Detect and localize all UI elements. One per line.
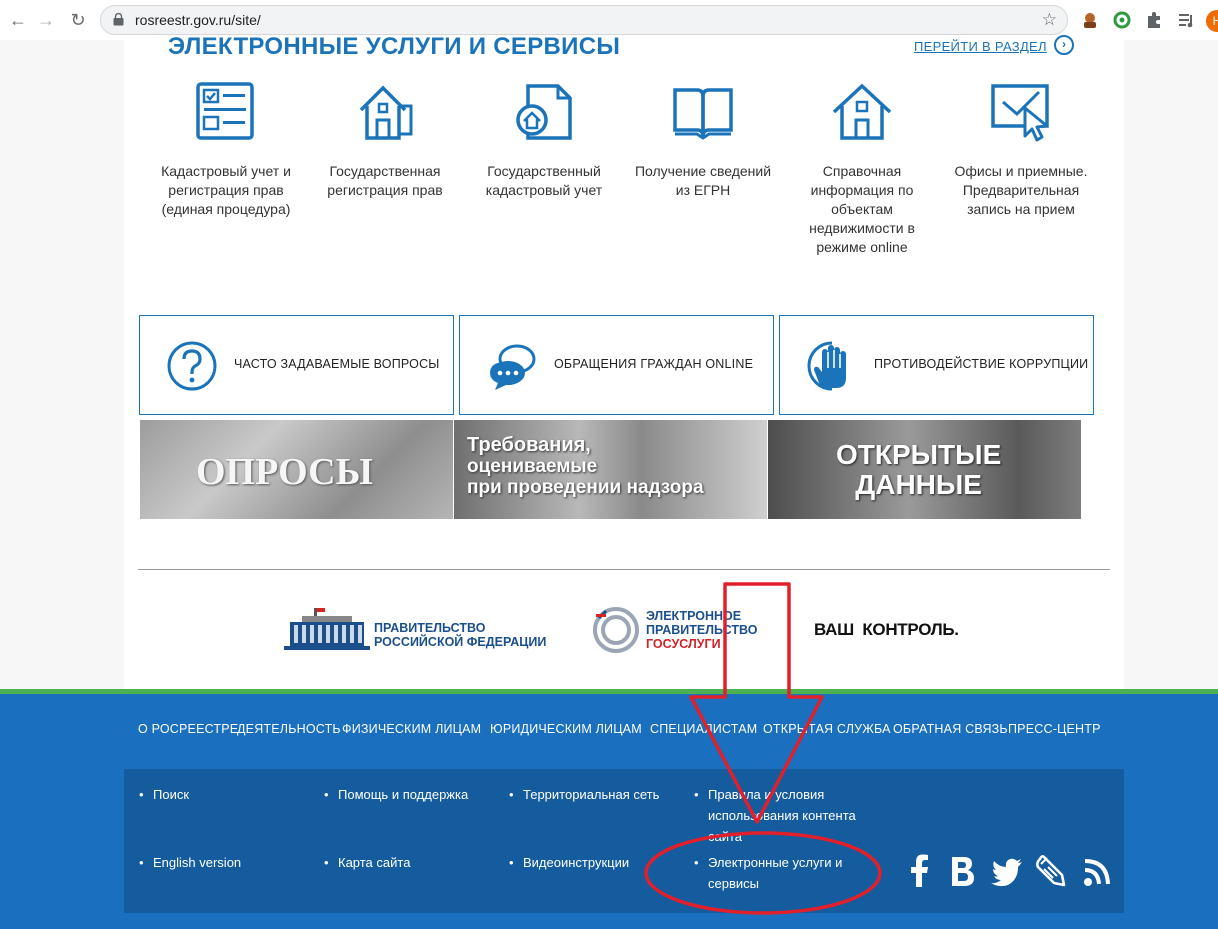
tile-anti-corruption[interactable]: ПРОТИВОДЕЙСТВИЕ КОРРУПЦИИ [779, 315, 1094, 415]
government-logo-text: ПРАВИТЕЛЬСТВО РОССИЙСКОЙ ФЕДЕРАЦИИ [374, 621, 546, 649]
footer-menu-open-service[interactable]: ОТКРЫТАЯ СЛУЖБА [763, 722, 891, 736]
service-state-registration[interactable]: Государственная регистрация прав [308, 80, 462, 200]
footer-menu-specialists[interactable]: СПЕЦИАЛИСТАМ [650, 722, 757, 736]
url-text: rosreestr.gov.ru/site/ [135, 12, 261, 28]
footer-menu-press-center[interactable]: ПРЕСС-ЦЕНТР [1008, 722, 1101, 736]
logo-line: ПРАВИТЕЛЬСТВО [374, 621, 486, 635]
footer-link-help[interactable]: Помощь и поддержка [324, 784, 468, 805]
address-bar[interactable]: rosreestr.gov.ru/site/ ☆ [100, 5, 1068, 35]
logo-word: КОНТРОЛЬ. [862, 620, 959, 639]
government-building-logo [284, 608, 370, 650]
tile-label: ПРОТИВОДЕЙСТВИЕ КОРРУПЦИИ [874, 357, 1089, 371]
section-title: ЭЛЕКТРОННЫЕ УСЛУГИ И СЕРВИСЫ [168, 33, 621, 60]
banner-title: ОТКРЫТЫЕ ДАННЫЕ [836, 440, 1001, 500]
back-icon[interactable]: ← [6, 8, 30, 32]
page-right-margin [1124, 40, 1218, 692]
stop-hand-icon [807, 341, 846, 391]
banner-line: при проведении надзора [467, 477, 704, 498]
chat-bubbles-icon [490, 344, 536, 390]
footer-link-search[interactable]: Поиск [139, 784, 189, 805]
footer-link-content-rules[interactable]: Правила и условия использования контента… [694, 784, 868, 847]
service-label: Получение сведений из ЕГРН [634, 163, 772, 198]
service-cadastral-registration[interactable]: Кадастровый учет и регистрация прав (еди… [149, 80, 303, 219]
footer-menu-individuals[interactable]: ФИЗИЧЕСКИМ ЛИЦАМ [342, 722, 481, 736]
banner-line: оцениваемые [467, 456, 598, 477]
reload-icon[interactable]: ↻ [66, 8, 90, 32]
service-reference-info[interactable]: Справочная информация по объектам недвиж… [785, 80, 939, 257]
service-cadastral-accounting[interactable]: Государственный кадастровый учет [467, 80, 621, 200]
service-egrn-info[interactable]: Получение сведений из ЕГРН [626, 80, 780, 200]
banner-title: ОПРОСЫ [196, 451, 373, 493]
open-book-icon [673, 88, 733, 140]
footer-menu-feedback[interactable]: ОБРАТНАЯ СВЯЗЬ [893, 722, 1008, 736]
twitter-icon[interactable] [990, 853, 1024, 889]
facebook-icon[interactable] [904, 853, 936, 889]
logo-line: ГОСУСЛУГИ [646, 637, 721, 651]
footer-menu-legal-entities[interactable]: ЮРИДИЧЕСКИМ ЛИЦАМ [490, 722, 642, 736]
service-label: Государственный кадастровый учет [485, 163, 603, 198]
question-icon [167, 341, 217, 391]
media-control-icon[interactable] [1176, 10, 1196, 30]
banner-line: ОТКРЫТЫЕ [836, 439, 1002, 470]
footer-link-e-services[interactable]: Электронные услуги и сервисы [694, 852, 858, 894]
footer-menu-about[interactable]: О РОСРЕЕСТРЕ [138, 722, 238, 736]
extensions-puzzle-icon[interactable] [1144, 10, 1164, 30]
go-to-section-link[interactable]: ПЕРЕЙТИ В РАЗДЕЛ [914, 39, 1047, 54]
footer-link-video-instructions[interactable]: Видеоинструкции [509, 852, 629, 873]
service-offices-appointment[interactable]: Офисы и приемные. Предварительная запись… [944, 80, 1098, 219]
surveys-banner[interactable]: ОПРОСЫ [140, 420, 453, 519]
service-label: Кадастровый учет и регистрация прав (еди… [161, 163, 291, 217]
bookmark-star-icon[interactable]: ☆ [1042, 10, 1057, 30]
cadastre-folder-icon [516, 84, 572, 140]
tile-citizen-appeals[interactable]: ОБРАЩЕНИЯ ГРАЖДАН ONLINE [459, 315, 774, 415]
supervision-requirements-banner[interactable]: Требования, оцениваемые при проведении н… [454, 420, 767, 519]
extension-avatar-icon[interactable] [1080, 10, 1100, 30]
lock-icon [113, 13, 124, 26]
profile-avatar[interactable]: Н [1206, 10, 1218, 32]
footer-link-territorial-network[interactable]: Территориальная сеть [509, 784, 659, 805]
egov-logo-text: ЭЛЕКТРОННОЕ ПРАВИТЕЛЬСТВО ГОСУСЛУГИ [646, 609, 757, 651]
divider [138, 569, 1110, 570]
monitor-cursor-icon [991, 84, 1049, 142]
house-icon [832, 83, 892, 140]
blog-pencil-icon[interactable] [1036, 853, 1068, 889]
logo-line: ЭЛЕКТРОННОЕ [646, 609, 742, 623]
tile-faq[interactable]: ЧАСТО ЗАДАВАЕМЫЕ ВОПРОСЫ [139, 315, 454, 415]
service-label: Офисы и приемные. Предварительная запись… [954, 163, 1088, 217]
footer-menu-activity[interactable]: ДЕЯТЕЛЬНОСТЬ [237, 722, 341, 736]
registration-houses-icon [359, 85, 413, 140]
your-control-logo[interactable]: ВАШ КОНТРОЛЬ. [814, 620, 959, 640]
chevron-right-icon[interactable]: › [1054, 35, 1074, 55]
extension-green-circle-icon[interactable] [1112, 10, 1132, 30]
page-left-margin [0, 40, 124, 692]
footer-link-english[interactable]: English version [139, 852, 241, 873]
tile-label: ОБРАЩЕНИЯ ГРАЖДАН ONLINE [554, 357, 754, 371]
open-data-banner[interactable]: ОТКРЫТЫЕ ДАННЫЕ [768, 420, 1081, 519]
tile-label: ЧАСТО ЗАДАВАЕМЫЕ ВОПРОСЫ [234, 357, 440, 371]
logo-line: РОССИЙСКОЙ ФЕДЕРАЦИИ [374, 635, 547, 649]
logo-word: ВАШ [814, 620, 854, 639]
banner-line: Требования, [467, 434, 591, 456]
footer-link-sitemap[interactable]: Карта сайта [324, 852, 411, 873]
form-document-icon [196, 82, 254, 140]
logo-line: ПРАВИТЕЛЬСТВО [646, 623, 758, 637]
gosuslugi-emblem-logo [593, 607, 639, 653]
rss-icon[interactable] [1082, 853, 1112, 889]
banner-title: Требования, оцениваемые при проведении н… [467, 434, 704, 499]
vk-icon[interactable] [946, 853, 978, 889]
service-label: Государственная регистрация прав [327, 163, 443, 198]
banner-line: ДАННЫЕ [855, 469, 982, 500]
forward-icon[interactable]: → [34, 8, 58, 32]
service-label: Справочная информация по объектам недвиж… [809, 163, 915, 255]
